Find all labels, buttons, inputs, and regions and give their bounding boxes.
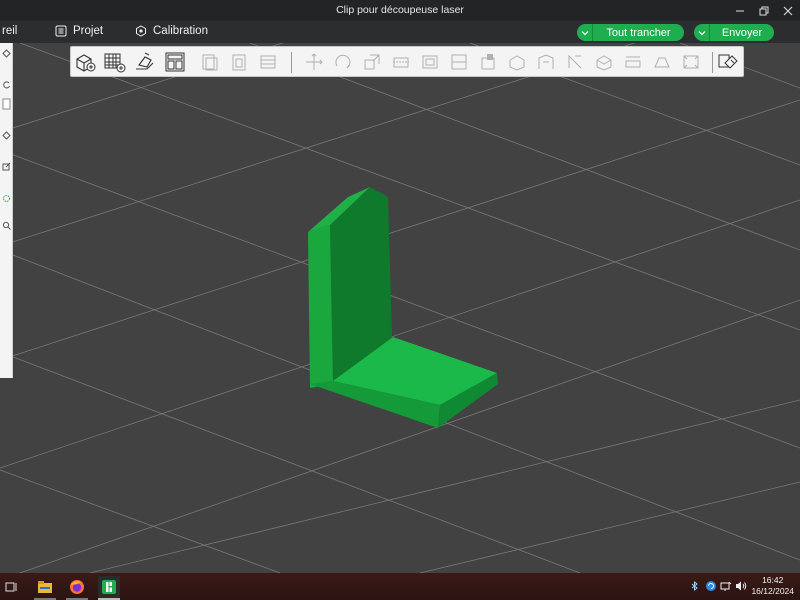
move-icon[interactable] (301, 50, 327, 74)
calibration-icon (135, 25, 147, 37)
build-plate-grid (0, 43, 800, 573)
add-object-icon[interactable] (73, 50, 99, 74)
main-toolbar (70, 46, 744, 77)
slicer-app-icon[interactable] (98, 576, 120, 598)
scale-icon[interactable] (359, 50, 385, 74)
firefox-icon[interactable] (66, 576, 88, 598)
menu-device-label: reil (2, 25, 18, 37)
slice-all-label: Tout trancher (606, 26, 671, 39)
model-clip (308, 187, 498, 428)
file-manager-icon[interactable] (34, 576, 56, 598)
list-icon (55, 25, 67, 37)
minimize-icon[interactable] (728, 0, 752, 21)
arrange-icon[interactable] (162, 50, 188, 74)
fuzzy-skin-icon[interactable] (475, 50, 501, 74)
send-button[interactable]: Envoyer (694, 24, 774, 41)
slice-all-button[interactable]: Tout trancher (577, 24, 684, 41)
window-title: Clip pour découpeuse laser (336, 4, 464, 16)
menu-bar: reil Projet Calibration Tout trancher En… (0, 21, 800, 43)
close-icon[interactable] (776, 0, 800, 21)
chevron-down-icon[interactable] (694, 24, 710, 41)
measure-icon[interactable] (504, 50, 530, 74)
taskview-icon[interactable] (0, 576, 22, 598)
os-taskbar: 16:42 16/12/2024 (0, 573, 800, 600)
menu-calibration-label: Calibration (153, 25, 208, 37)
clock-date: 16/12/2024 (751, 586, 794, 596)
support-icon[interactable] (0, 191, 13, 205)
3d-viewport[interactable] (0, 43, 800, 573)
network-icon[interactable] (719, 579, 733, 593)
diamond-icon[interactable] (0, 128, 13, 142)
menu-calibration[interactable]: Calibration (135, 25, 208, 37)
brim-ears-icon[interactable] (620, 50, 646, 74)
refresh-icon[interactable] (0, 77, 13, 91)
chevron-down-icon[interactable] (577, 24, 593, 41)
panel-icon[interactable] (0, 97, 13, 111)
view-settings-icon[interactable] (715, 50, 741, 74)
layout-icon[interactable] (255, 50, 281, 74)
edit-icon[interactable] (0, 159, 13, 173)
send-label: Envoyer (721, 26, 763, 39)
update-icon[interactable] (704, 579, 718, 593)
clock-time: 16:42 (762, 575, 784, 585)
support-paint-icon[interactable] (417, 50, 443, 74)
search-icon[interactable] (0, 218, 13, 232)
bluetooth-icon[interactable] (688, 579, 702, 593)
restore-icon[interactable] (752, 0, 776, 21)
menu-device[interactable]: reil (2, 25, 17, 37)
volume-icon[interactable] (734, 579, 748, 593)
toolbar-separator (712, 52, 713, 73)
system-clock[interactable]: 16:42 16/12/2024 (751, 575, 794, 597)
assembly-icon[interactable] (533, 50, 559, 74)
toolbar-separator (291, 52, 292, 73)
window-controls (728, 0, 800, 21)
left-settings-panel[interactable] (0, 43, 13, 378)
copy-icon[interactable] (197, 50, 223, 74)
cut-icon[interactable] (388, 50, 414, 74)
window-titlebar: Clip pour découpeuse laser (0, 0, 800, 21)
plate-grid-icon[interactable] (102, 50, 128, 74)
seam-icon[interactable] (446, 50, 472, 74)
variable-layer-icon[interactable] (649, 50, 675, 74)
split-objects-icon[interactable] (678, 50, 704, 74)
paste-icon[interactable] (226, 50, 252, 74)
menu-project-label: Projet (73, 25, 104, 37)
auto-orient-icon[interactable] (132, 50, 158, 74)
menu-project[interactable]: Projet (55, 25, 103, 37)
layer-icon[interactable] (0, 46, 13, 60)
text-icon[interactable] (562, 50, 588, 74)
rotate-icon[interactable] (330, 50, 356, 74)
mesh-boolean-icon[interactable] (591, 50, 617, 74)
